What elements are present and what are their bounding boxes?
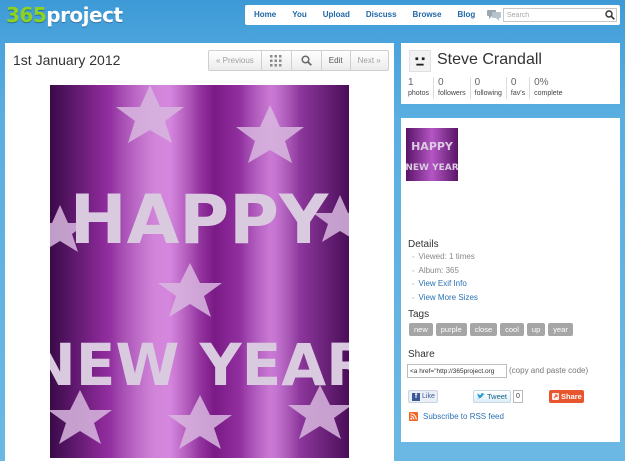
- share-code-field[interactable]: [407, 364, 507, 378]
- photo-date: 1st January 2012: [13, 52, 121, 68]
- tag-up[interactable]: up: [526, 323, 546, 336]
- nav-you[interactable]: You: [284, 5, 315, 25]
- share-button[interactable]: Share: [549, 390, 584, 403]
- more-sizes-link[interactable]: View More Sizes: [418, 293, 477, 302]
- grid-view-button[interactable]: [262, 51, 292, 70]
- user-stats: 1 photos 0 followers 0 following 0 fav's…: [406, 77, 567, 99]
- detail-sizes: View More Sizes: [412, 292, 477, 306]
- main-photo[interactable]: HAPPY NEW YEAR: [50, 85, 349, 458]
- share-hint: (copy and paste code): [509, 366, 589, 375]
- tag-list: new purple close cool up year: [409, 323, 573, 336]
- details-card: HAPPY NEW YEAR Details Viewed: 1 times A…: [401, 118, 620, 442]
- photo-text-new-year: NEW YEAR: [50, 331, 349, 399]
- magnifier-icon: [301, 55, 312, 66]
- thumb-text-happy: HAPPY: [411, 140, 454, 153]
- tag-cool[interactable]: cool: [500, 323, 524, 336]
- previous-button[interactable]: « Previous: [209, 51, 262, 70]
- thumb-text-new-year: NEW YEAR: [406, 163, 458, 173]
- avatar[interactable]: [409, 50, 431, 72]
- photo-thumbnail[interactable]: HAPPY NEW YEAR: [406, 128, 458, 181]
- stat-following[interactable]: 0 following: [469, 77, 506, 99]
- chat-icon[interactable]: [487, 9, 502, 21]
- party-hat-photo: HAPPY NEW YEAR: [50, 85, 349, 458]
- share-label: Share: [561, 392, 582, 401]
- rss-link[interactable]: Subscribe to RSS feed: [423, 412, 504, 421]
- logo-number: 365: [6, 3, 47, 27]
- stat-photos[interactable]: 1 photos: [406, 77, 433, 99]
- tweet-button[interactable]: Tweet: [473, 390, 511, 403]
- profile-card: Steve Crandall 1 photos 0 followers 0 fo…: [401, 43, 620, 104]
- zoom-button[interactable]: [292, 51, 322, 70]
- exif-link[interactable]: View Exif Info: [418, 279, 466, 288]
- search-icon[interactable]: [605, 10, 615, 20]
- stat-followers[interactable]: 0 followers: [433, 77, 470, 99]
- tweet-count: 0: [513, 390, 523, 403]
- logo-word: project: [46, 3, 123, 27]
- details-heading: Details: [408, 239, 439, 250]
- grid-icon: [270, 54, 282, 66]
- rss-icon[interactable]: [409, 412, 418, 421]
- facebook-like-button[interactable]: f Like: [408, 390, 438, 403]
- top-nav: Home You Upload Discuss Browse Blog: [245, 5, 620, 25]
- photo-nav-bar: « Previous Edit Next »: [208, 50, 389, 71]
- tag-year[interactable]: year: [548, 323, 573, 336]
- share-heading: Share: [408, 349, 435, 360]
- tweet-label: Tweet: [487, 392, 508, 401]
- detail-exif: View Exif Info: [412, 278, 478, 292]
- stat-favs[interactable]: 0 fav's: [505, 77, 529, 99]
- like-label: Like: [422, 393, 435, 400]
- twitter-bird-icon: [477, 393, 485, 399]
- detail-viewed: Viewed: 1 times: [412, 251, 478, 265]
- next-button[interactable]: Next »: [351, 51, 388, 70]
- search-input[interactable]: [503, 8, 617, 22]
- nav-browse[interactable]: Browse: [405, 5, 450, 25]
- nav-upload[interactable]: Upload: [315, 5, 358, 25]
- rss-row: Subscribe to RSS feed: [409, 412, 504, 421]
- photo-text-happy: HAPPY: [70, 181, 329, 260]
- stat-complete: 0% complete: [529, 77, 566, 99]
- site-logo[interactable]: 365project: [6, 3, 123, 27]
- detail-album: Album: 365: [412, 265, 478, 279]
- edit-button[interactable]: Edit: [322, 51, 351, 70]
- facebook-icon: f: [412, 392, 420, 401]
- nav-home[interactable]: Home: [245, 5, 284, 25]
- photo-panel: 1st January 2012 « Previous Edit Next »: [5, 43, 394, 461]
- details-list: Viewed: 1 times Album: 365 View Exif Inf…: [412, 251, 478, 306]
- tag-new[interactable]: new: [409, 323, 433, 336]
- share-icon: [552, 393, 559, 400]
- nav-blog[interactable]: Blog: [449, 5, 483, 25]
- tag-close[interactable]: close: [469, 323, 498, 336]
- tags-heading: Tags: [408, 309, 430, 320]
- tag-purple[interactable]: purple: [435, 323, 467, 336]
- nav-discuss[interactable]: Discuss: [358, 5, 405, 25]
- user-name[interactable]: Steve Crandall: [437, 51, 542, 69]
